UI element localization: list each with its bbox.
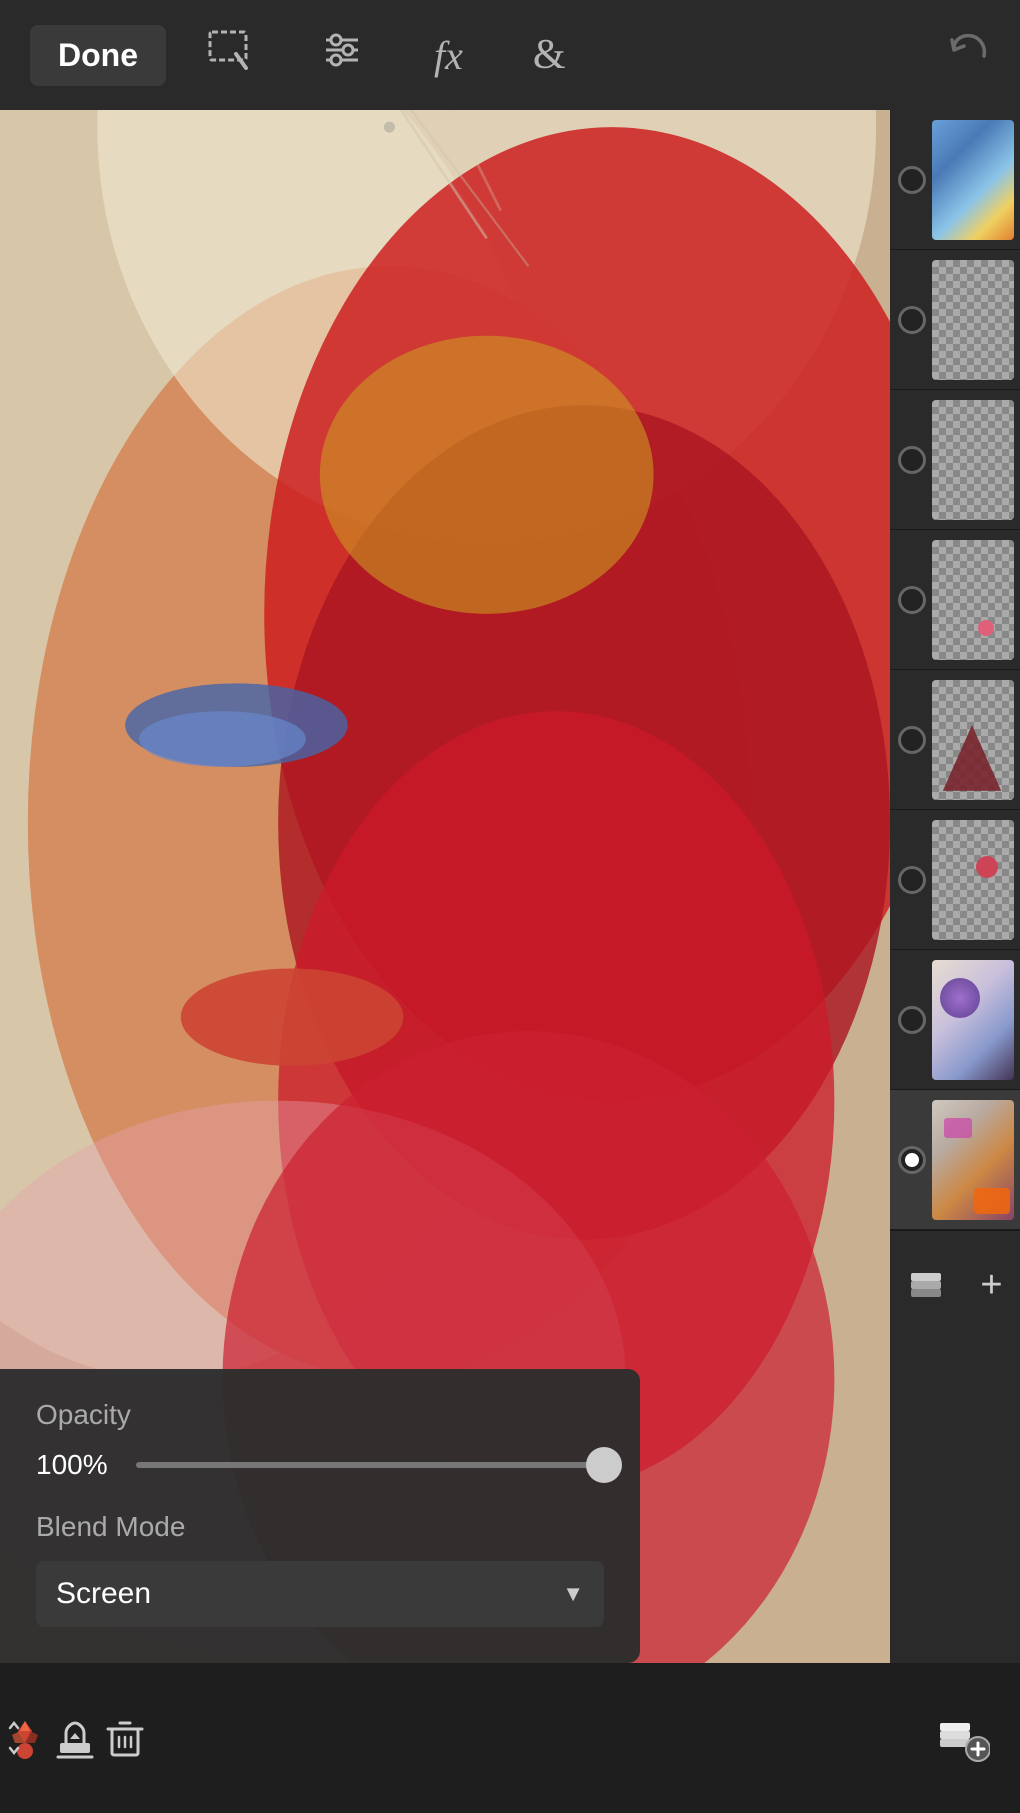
opacity-value: 100%	[36, 1449, 116, 1481]
blend-mode-value: Screen	[56, 1577, 151, 1611]
layer-thumb-5	[932, 680, 1014, 800]
layer-radio-1[interactable]	[898, 166, 926, 194]
slider-fill	[136, 1462, 604, 1468]
layer-item[interactable]	[890, 390, 1020, 530]
layer-radio-8[interactable]	[898, 1146, 926, 1174]
slider-thumb[interactable]	[586, 1447, 622, 1483]
layer-item[interactable]	[890, 110, 1020, 250]
opacity-row: 100%	[36, 1449, 604, 1481]
layer-4-spot	[978, 620, 994, 636]
undo-icon[interactable]	[946, 28, 990, 82]
paint-button[interactable]	[0, 1713, 50, 1763]
delete-button[interactable]	[100, 1713, 150, 1763]
canvas-area[interactable]: Opacity 100% Blend Mode Screen ▼	[0, 110, 890, 1813]
adjustments-icon[interactable]	[320, 28, 364, 82]
blend-icon[interactable]: &	[533, 31, 566, 79]
opacity-label: Opacity	[36, 1399, 604, 1431]
layer-radio-3[interactable]	[898, 446, 926, 474]
layer-thumb-8	[932, 1100, 1014, 1220]
done-button[interactable]: Done	[30, 25, 166, 86]
add-layer-icon[interactable]: +	[980, 1264, 1002, 1307]
layers-bottom: +	[890, 1230, 1020, 1340]
layer-thumb-7	[932, 960, 1014, 1080]
layer-thumb-2	[932, 260, 1014, 380]
blend-mode-label: Blend Mode	[36, 1511, 604, 1543]
add-layer-button[interactable]	[936, 1711, 990, 1765]
opacity-slider[interactable]	[136, 1462, 604, 1468]
layer-radio-5[interactable]	[898, 726, 926, 754]
main-area: Opacity 100% Blend Mode Screen ▼	[0, 110, 1020, 1813]
layer-item[interactable]	[890, 670, 1020, 810]
layer-radio-2[interactable]	[898, 306, 926, 334]
dropdown-arrow-icon: ▼	[562, 1581, 584, 1607]
toolbar-icons: fx &	[206, 28, 990, 82]
layer-thumb-3	[932, 400, 1014, 520]
layer-thumb-1	[932, 120, 1014, 240]
layer-item[interactable]	[890, 250, 1020, 390]
bottom-toolbar	[0, 1663, 1020, 1813]
stamp-button[interactable]	[50, 1713, 100, 1763]
layer-item[interactable]	[890, 950, 1020, 1090]
select-tool-icon[interactable]	[206, 28, 250, 82]
layer-thumb-4	[932, 540, 1014, 660]
layer-thumb-6	[932, 820, 1014, 940]
layer-radio-4[interactable]	[898, 586, 926, 614]
blend-mode-select[interactable]: Screen ▼	[36, 1561, 604, 1627]
layers-panel: +	[890, 110, 1020, 1813]
layer-radio-6[interactable]	[898, 866, 926, 894]
layer-radio-7[interactable]	[898, 1006, 926, 1034]
effects-icon[interactable]: fx	[434, 32, 463, 79]
layer-item[interactable]	[890, 530, 1020, 670]
blend-panel: Opacity 100% Blend Mode Screen ▼	[0, 1369, 640, 1663]
layer-item[interactable]	[890, 810, 1020, 950]
layers-icon[interactable]	[907, 1267, 945, 1305]
top-toolbar: Done fx &	[0, 0, 1020, 110]
layer-item[interactable]	[890, 1090, 1020, 1230]
